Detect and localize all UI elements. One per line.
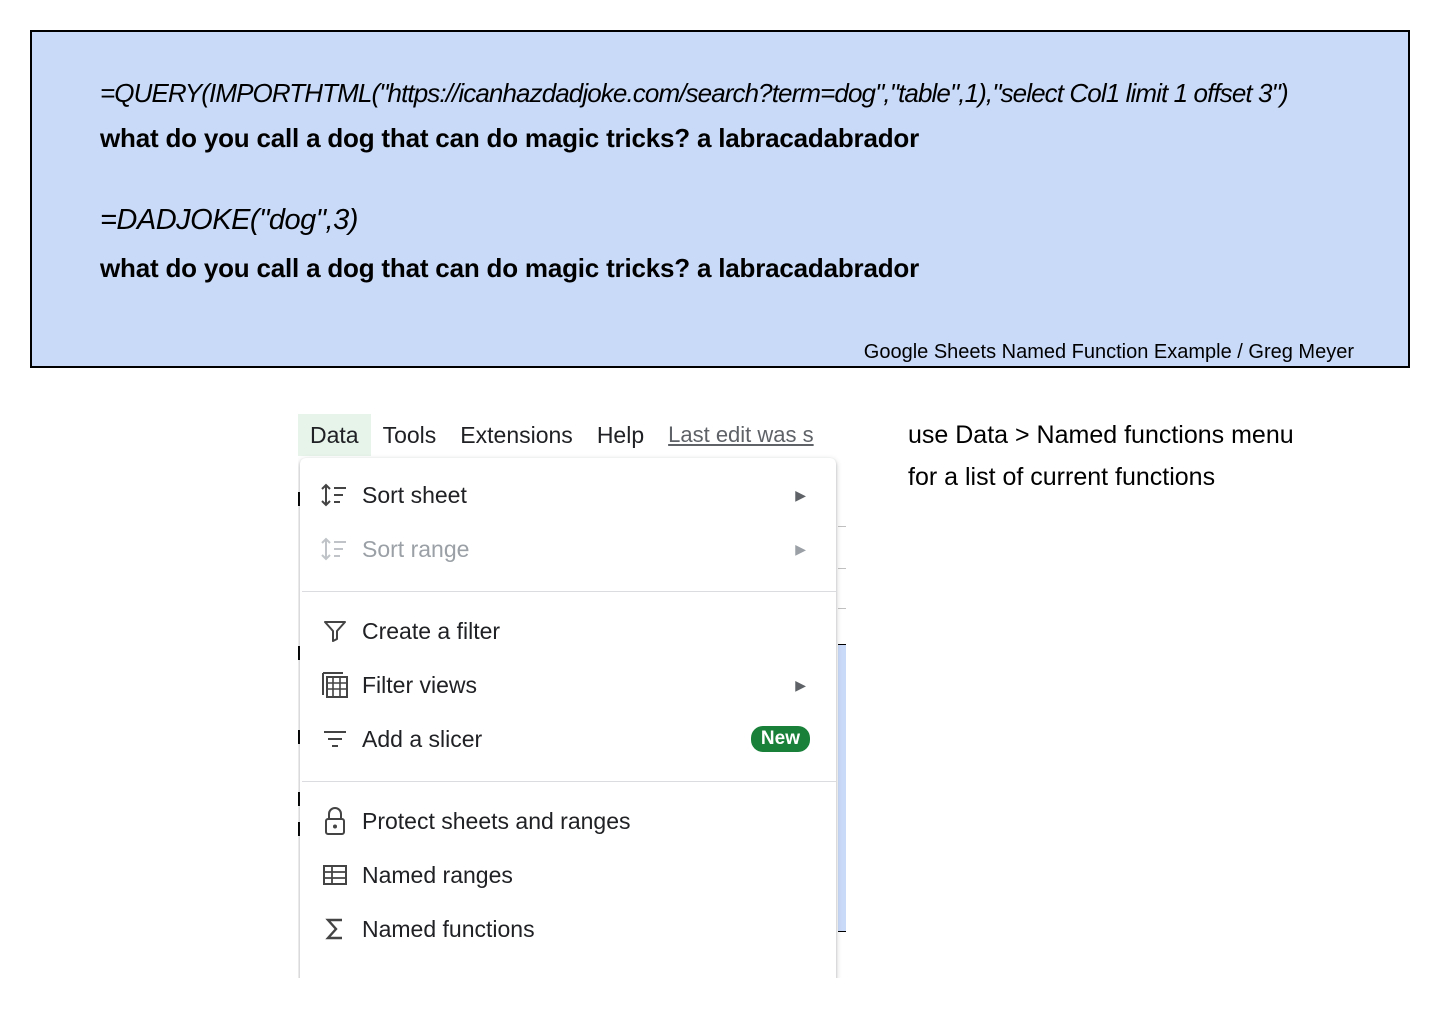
menu-item-create-filter[interactable]: Create a filter [300, 604, 836, 658]
menu-extensions[interactable]: Extensions [448, 414, 585, 456]
filter-views-icon [320, 670, 350, 700]
partial-icon [320, 968, 350, 978]
query-result: what do you call a dog that can do magic… [100, 123, 920, 153]
lock-icon [320, 806, 350, 836]
menu-item-sort-sheet[interactable]: Sort sheet ▶ [300, 468, 836, 522]
grid-line [838, 526, 846, 527]
dadjoke-formula: =DADJOKE("dog",3) [100, 204, 358, 236]
menu-item-label: Named ranges [362, 861, 513, 888]
grid-line [838, 608, 846, 609]
menu-data[interactable]: Data [298, 414, 371, 456]
dadjoke-result: what do you call a dog that can do magic… [100, 253, 920, 283]
menu-item-named-functions[interactable]: Named functions [300, 902, 836, 956]
menu-item-cut-off [300, 956, 836, 978]
submenu-arrow-icon: ▶ [795, 486, 806, 503]
sheets-screenshot: Data Tools Extensions Help Last edit was… [298, 412, 848, 978]
instruction-note: use Data > Named functions menu for a li… [908, 414, 1294, 498]
menu-item-protect-sheets[interactable]: Protect sheets and ranges [300, 794, 836, 848]
menu-item-named-ranges[interactable]: Named ranges [300, 848, 836, 902]
banner-credit: Google Sheets Named Function Example / G… [863, 341, 1354, 363]
last-edit-link[interactable]: Last edit was s [668, 422, 814, 448]
menu-bar: Data Tools Extensions Help Last edit was… [298, 412, 848, 458]
menu-item-add-slicer[interactable]: Add a slicer New [300, 712, 836, 766]
sort-icon [320, 534, 350, 564]
submenu-arrow-icon: ▶ [795, 540, 806, 557]
menu-separator [302, 591, 836, 592]
menu-help[interactable]: Help [585, 414, 656, 456]
menu-item-sort-range[interactable]: Sort range ▶ [300, 522, 836, 576]
menu-item-label: Create a filter [362, 617, 501, 644]
slicer-icon [320, 724, 350, 754]
example-banner: =QUERY(IMPORTHTML("https://icanhazdadjok… [30, 30, 1410, 368]
menu-item-label: Add a slicer [362, 725, 483, 752]
query-formula: =QUERY(IMPORTHTML("https://icanhazdadjok… [100, 78, 1289, 108]
submenu-arrow-icon: ▶ [795, 676, 806, 693]
menu-item-label: Sort range [362, 535, 470, 562]
grid-line [838, 568, 846, 569]
menu-item-label: Protect sheets and ranges [362, 807, 631, 834]
menu-item-label: Filter views [362, 671, 478, 698]
note-line-2: for a list of current functions [908, 463, 1216, 491]
filter-icon [320, 616, 350, 646]
menu-tools[interactable]: Tools [371, 414, 449, 456]
note-line-1: use Data > Named functions menu [908, 421, 1294, 449]
menu-separator [302, 781, 836, 782]
menu-item-label: Named functions [362, 915, 535, 942]
named-ranges-icon [320, 860, 350, 890]
new-badge: New [750, 726, 810, 752]
sort-icon [320, 480, 350, 510]
sheet-highlight [838, 644, 846, 932]
menu-item-filter-views[interactable]: Filter views ▶ [300, 658, 836, 712]
menu-item-label: Sort sheet [362, 481, 467, 508]
sigma-icon [320, 914, 350, 944]
data-menu-dropdown: Sort sheet ▶ Sort range ▶ Create a filte… [300, 458, 836, 978]
